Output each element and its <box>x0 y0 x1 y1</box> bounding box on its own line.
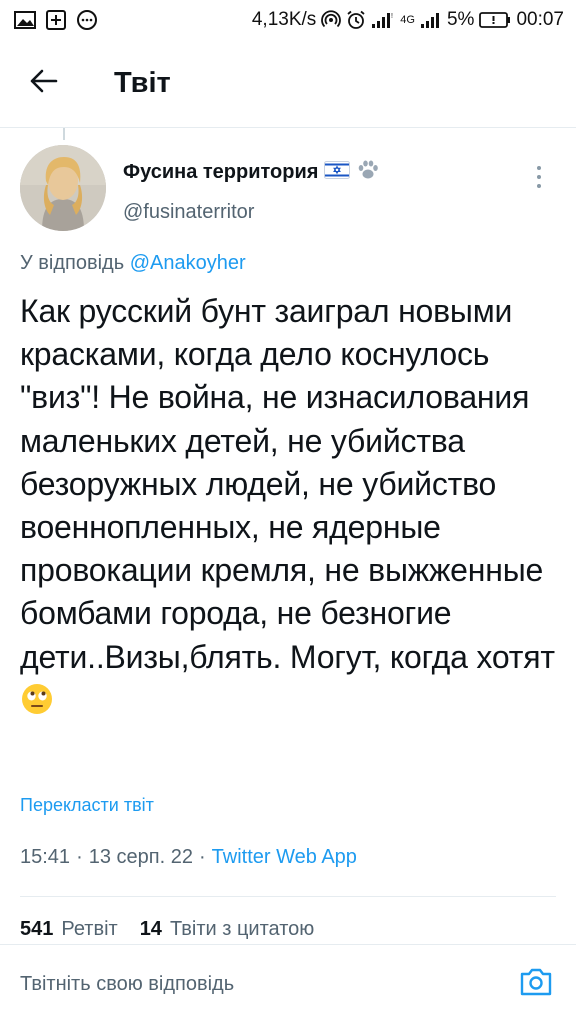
reply-handle-link[interactable]: @Anakoyher <box>130 252 246 274</box>
camera-icon <box>519 967 553 1002</box>
tweet-text: Как русский бунт заиграл новыми красками… <box>20 290 560 726</box>
israel-flag-icon <box>324 161 351 184</box>
arrow-left-icon <box>30 69 58 98</box>
user-handle[interactable]: @fusinaterritor <box>123 201 254 224</box>
more-dot-icon <box>537 166 541 170</box>
camera-button[interactable] <box>516 965 556 1005</box>
network-4g-label: 4G <box>400 14 415 26</box>
battery-icon <box>479 11 511 29</box>
replying-to: У відповідь @Anakoyher <box>20 252 246 275</box>
reply-prefix: У відповідь <box>20 252 125 274</box>
paw-icon <box>356 159 380 186</box>
hotspot-icon <box>321 10 342 30</box>
tweet-author: Фусина территория @fusinaterritor <box>20 145 560 235</box>
display-name[interactable]: Фусина территория <box>123 161 318 184</box>
tweet-source-link[interactable]: Twitter Web App <box>212 846 357 869</box>
translate-tweet-link[interactable]: Перекласти твіт <box>20 795 154 816</box>
reply-bar: Твітніть свою відповідь <box>0 944 576 1024</box>
back-button[interactable] <box>14 54 74 114</box>
quotes-label: Твіти з цитатою <box>169 918 315 940</box>
tweet-time: 15:41 <box>20 846 71 868</box>
message-icon <box>76 9 98 31</box>
meta-separator: · <box>76 846 83 868</box>
reply-input[interactable]: Твітніть свою відповідь <box>20 973 516 996</box>
network-speed: 4,13K/s <box>251 9 317 30</box>
clock: 00:07 <box>516 9 564 30</box>
display-name-row: Фусина территория <box>123 159 380 186</box>
meta-separator: · <box>198 846 206 868</box>
svg-text:!: ! <box>391 13 393 20</box>
more-dot-icon <box>537 175 541 179</box>
alarm-icon <box>346 10 366 30</box>
thread-connector-line <box>63 128 65 140</box>
add-square-icon <box>46 10 66 30</box>
eye-roll-emoji <box>21 683 53 726</box>
battery-percent: 5% <box>446 9 475 30</box>
tweet-body: Как русский бунт заиграл новыми красками… <box>20 293 555 675</box>
avatar[interactable] <box>20 145 106 231</box>
status-bar: 4,13K/s ! 4G 5% 00:07 <box>0 0 576 40</box>
status-bar-left <box>14 9 98 31</box>
signal-4g-icon <box>420 11 442 29</box>
status-bar-right: 4,13K/s ! 4G 5% 00:07 <box>252 9 564 31</box>
retweets-label: Ретвіт <box>61 918 118 940</box>
gallery-icon <box>14 11 36 29</box>
tweet-date: 13 серп. 22 <box>88 846 193 868</box>
quotes-stat[interactable]: 14 Твіти з цитатою <box>140 918 315 941</box>
retweets-stat[interactable]: 541 Ретвіт <box>20 918 118 941</box>
more-options-button[interactable] <box>526 157 552 197</box>
app-header: Твіт <box>0 40 576 128</box>
divider <box>20 896 556 897</box>
tweet-meta: 15:41 · 13 серп. 22 · Twitter Web App <box>20 846 357 869</box>
retweets-count: 541 <box>20 918 54 940</box>
quotes-count: 14 <box>139 918 162 940</box>
page-title: Твіт <box>114 67 171 99</box>
tweet-stats: 541 Ретвіт 14 Твіти з цитатою <box>20 918 314 941</box>
more-dot-icon <box>537 184 541 188</box>
signal-icon: ! <box>371 11 395 29</box>
